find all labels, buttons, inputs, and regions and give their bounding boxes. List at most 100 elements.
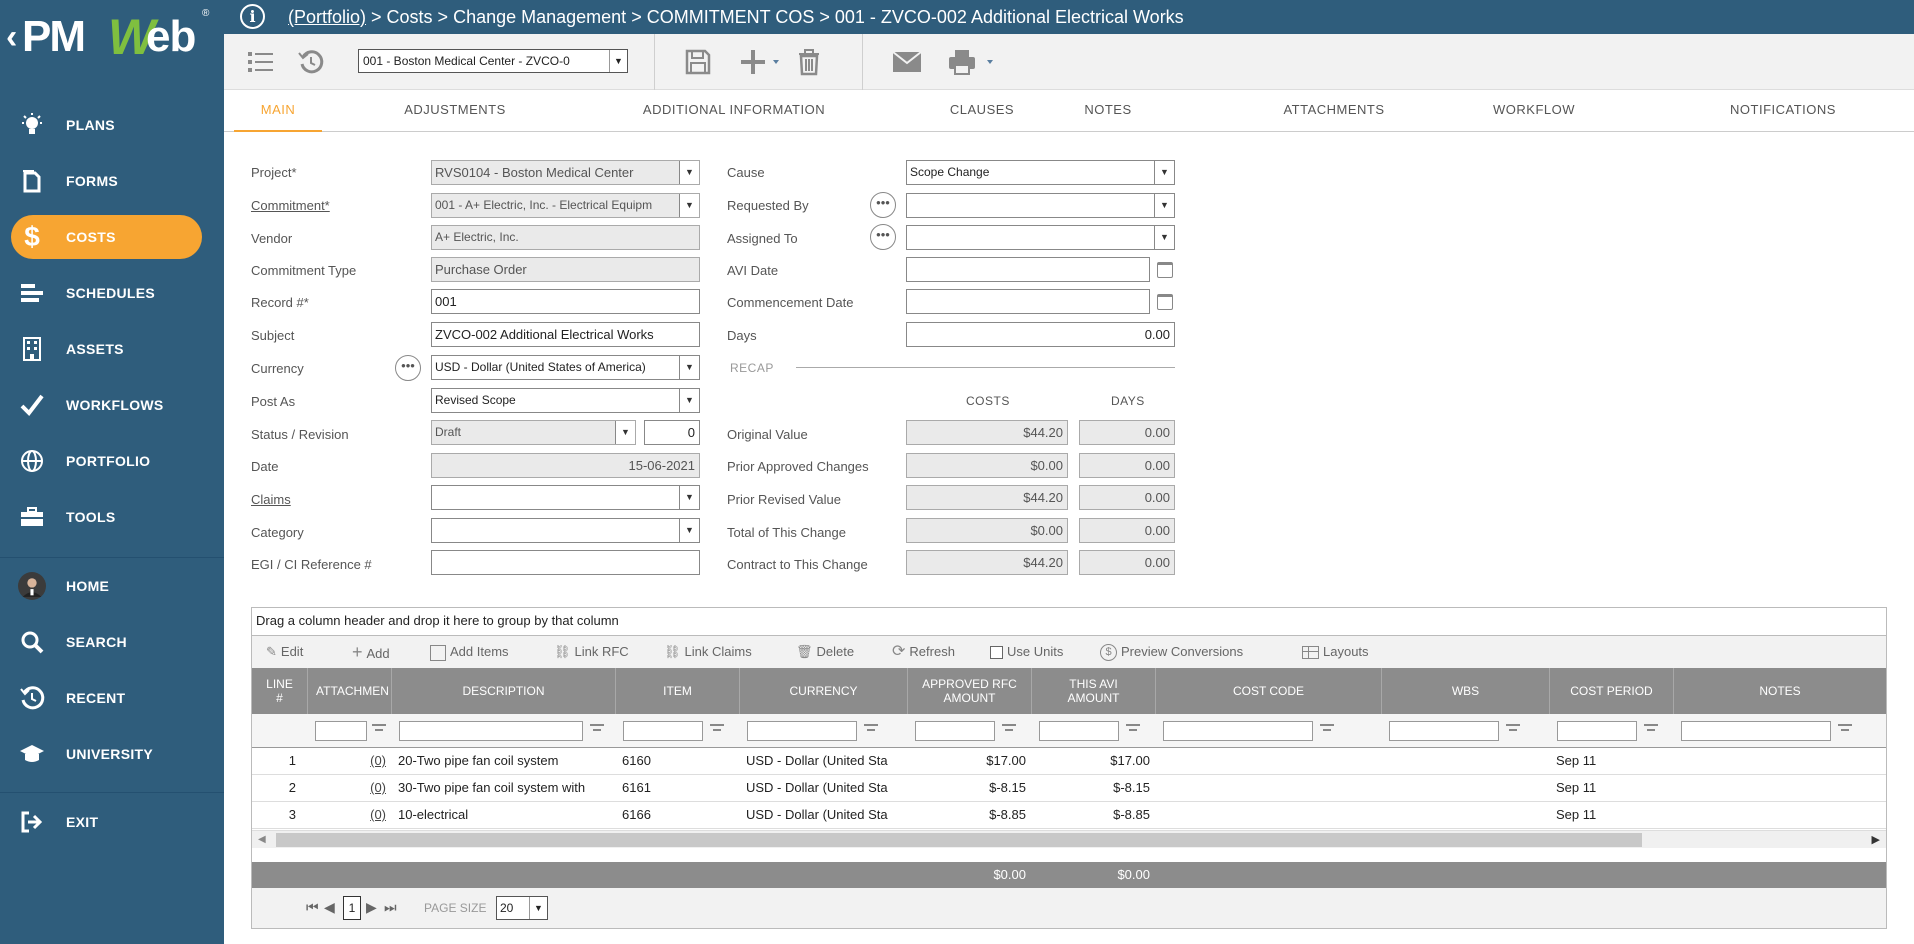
assigned-to-select[interactable]: ▼ [906,225,1175,250]
filter-description-input[interactable] [399,721,583,741]
add-icon[interactable] [738,46,784,78]
table-row[interactable]: 1 (0) 20-Two pipe fan coil system 6160 U… [252,748,1886,775]
page-size-select[interactable]: 20 ▼ [496,896,548,920]
project-select[interactable]: RVS0104 - Boston Medical Center ▼ [431,160,700,185]
nav-workflows[interactable]: WORKFLOWS [0,383,224,427]
tab-clauses[interactable]: CLAUSES [924,90,1040,132]
col-header-description[interactable]: DESCRIPTION [392,668,616,714]
tab-additional-information[interactable]: ADDITIONAL INFORMATION [640,90,828,132]
col-header-attachments[interactable]: ATTACHMEN [308,668,392,714]
filter-icon[interactable] [1644,724,1658,736]
nav-schedules[interactable]: SCHEDULES [0,271,224,315]
post-as-select[interactable]: Revised Scope ▼ [431,388,700,413]
filter-item-input[interactable] [623,721,703,741]
tab-adjustments[interactable]: ADJUSTMENTS [374,90,536,132]
next-page-icon[interactable]: ▶ [366,899,377,916]
group-by-drop-zone[interactable]: Drag a column header and drop it here to… [252,608,1886,636]
nav-university[interactable]: UNIVERSITY [0,732,224,776]
revision-input[interactable]: 0 [644,420,700,445]
filter-icon[interactable] [590,724,604,736]
grid-delete-button[interactable]: 🗑︎ Delete [796,636,854,668]
nav-plans[interactable]: PLANS [0,103,224,147]
col-header-cost-code[interactable]: COST CODE [1156,668,1382,714]
col-header-notes[interactable]: NOTES [1674,668,1886,714]
col-header-wbs[interactable]: WBS [1382,668,1550,714]
pmweb-logo[interactable]: ‹ PM W eb ® [6,8,216,65]
commitment-select[interactable]: 001 - A+ Electric, Inc. - Electrical Equ… [431,193,700,218]
history-icon[interactable] [296,46,326,78]
info-icon[interactable]: i [240,4,265,29]
assigned-to-more-icon[interactable]: ••• [870,224,896,250]
cell-attachments-link[interactable]: (0) [308,748,392,774]
nav-forms[interactable]: FORMS [0,159,224,203]
first-page-icon[interactable]: ⏮ [306,899,319,916]
last-page-icon[interactable]: ⏭ [384,899,397,916]
col-header-item[interactable]: ITEM [616,668,740,714]
tab-notes[interactable]: NOTES [1060,90,1156,132]
col-header-line[interactable]: LINE # [252,668,308,714]
filter-icon[interactable] [1126,724,1140,736]
print-icon[interactable] [946,46,1000,78]
filter-currency-input[interactable] [747,721,857,741]
tab-notifications[interactable]: NOTIFICATIONS [1708,90,1858,132]
avi-date-input[interactable] [906,257,1150,282]
nav-home[interactable]: HOME [0,564,224,608]
grid-link-rfc-button[interactable]: ⛓ Link RFC [554,636,629,668]
table-row[interactable]: 2 (0) 30-Two pipe fan coil system with 6… [252,775,1886,802]
commitment-label[interactable]: Commitment* [251,198,330,213]
filter-icon[interactable] [1002,724,1016,736]
claims-select[interactable]: ▼ [431,485,700,510]
commencement-date-input[interactable] [906,289,1150,314]
grid-layouts-button[interactable]: Layouts [1302,636,1369,668]
filter-cost-period-input[interactable] [1557,721,1637,741]
cell-attachments-link[interactable]: (0) [308,802,392,828]
grid-link-claims-button[interactable]: ⛓ Link Claims [664,636,752,668]
nav-costs[interactable]: $ COSTS [0,215,224,259]
nav-portfolio[interactable]: PORTFOLIO [0,439,224,483]
grid-edit-button[interactable]: ✎ Edit [266,636,303,668]
current-page-input[interactable]: 1 [343,896,361,920]
cell-attachments-link[interactable]: (0) [308,775,392,801]
filter-icon[interactable] [864,724,878,736]
subject-input[interactable]: ZVCO-002 Additional Electrical Works [431,322,700,347]
currency-select[interactable]: USD - Dollar (United States of America) … [431,355,700,380]
list-view-icon[interactable] [246,46,276,78]
tab-attachments[interactable]: ATTACHMENTS [1264,90,1404,132]
save-icon[interactable] [682,46,714,78]
calendar-icon[interactable] [1157,262,1173,278]
nav-assets[interactable]: ASSETS [0,327,224,371]
filter-icon[interactable] [372,724,386,736]
col-header-currency[interactable]: CURRENCY [740,668,908,714]
col-header-approved-rfc-amount[interactable]: APPROVED RFC AMOUNT [908,668,1032,714]
filter-cost-code-input[interactable] [1163,721,1313,741]
currency-more-icon[interactable]: ••• [395,355,421,381]
record-number-input[interactable]: 001 [431,289,700,314]
delete-icon[interactable] [794,46,824,78]
filter-notes-input[interactable] [1681,721,1831,741]
col-header-this-avi-amount[interactable]: THIS AVI AMOUNT [1032,668,1156,714]
filter-approved-input[interactable] [915,721,995,741]
filter-icon[interactable] [710,724,724,736]
grid-preview-conversions-button[interactable]: $ Preview Conversions [1100,636,1243,668]
calendar-icon[interactable] [1157,294,1173,310]
claims-label[interactable]: Claims [251,492,291,507]
scroll-right-arrow-icon[interactable]: ▶ [1872,833,1880,846]
col-header-cost-period[interactable]: COST PERIOD [1550,668,1674,714]
filter-icon[interactable] [1506,724,1520,736]
requested-by-more-icon[interactable]: ••• [870,192,896,218]
status-select[interactable]: Draft ▼ [431,420,636,445]
scrollbar-thumb[interactable] [276,833,1642,847]
grid-refresh-button[interactable]: ⟳ Refresh [892,636,955,668]
prev-page-icon[interactable]: ◀ [324,899,335,916]
tab-workflow[interactable]: WORKFLOW [1480,90,1588,132]
grid-add-button[interactable]: + Add [352,636,390,668]
nav-tools[interactable]: TOOLS [0,495,224,539]
filter-attachments-input[interactable] [315,721,367,741]
email-icon[interactable] [890,46,924,78]
grid-add-items-button[interactable]: Add Items [430,636,509,668]
nav-search[interactable]: SEARCH [0,620,224,664]
nav-recent[interactable]: RECENT [0,676,224,720]
scroll-left-arrow-icon[interactable]: ◀ [258,834,266,845]
requested-by-select[interactable]: ▼ [906,193,1175,218]
cause-select[interactable]: Scope Change ▼ [906,160,1175,185]
